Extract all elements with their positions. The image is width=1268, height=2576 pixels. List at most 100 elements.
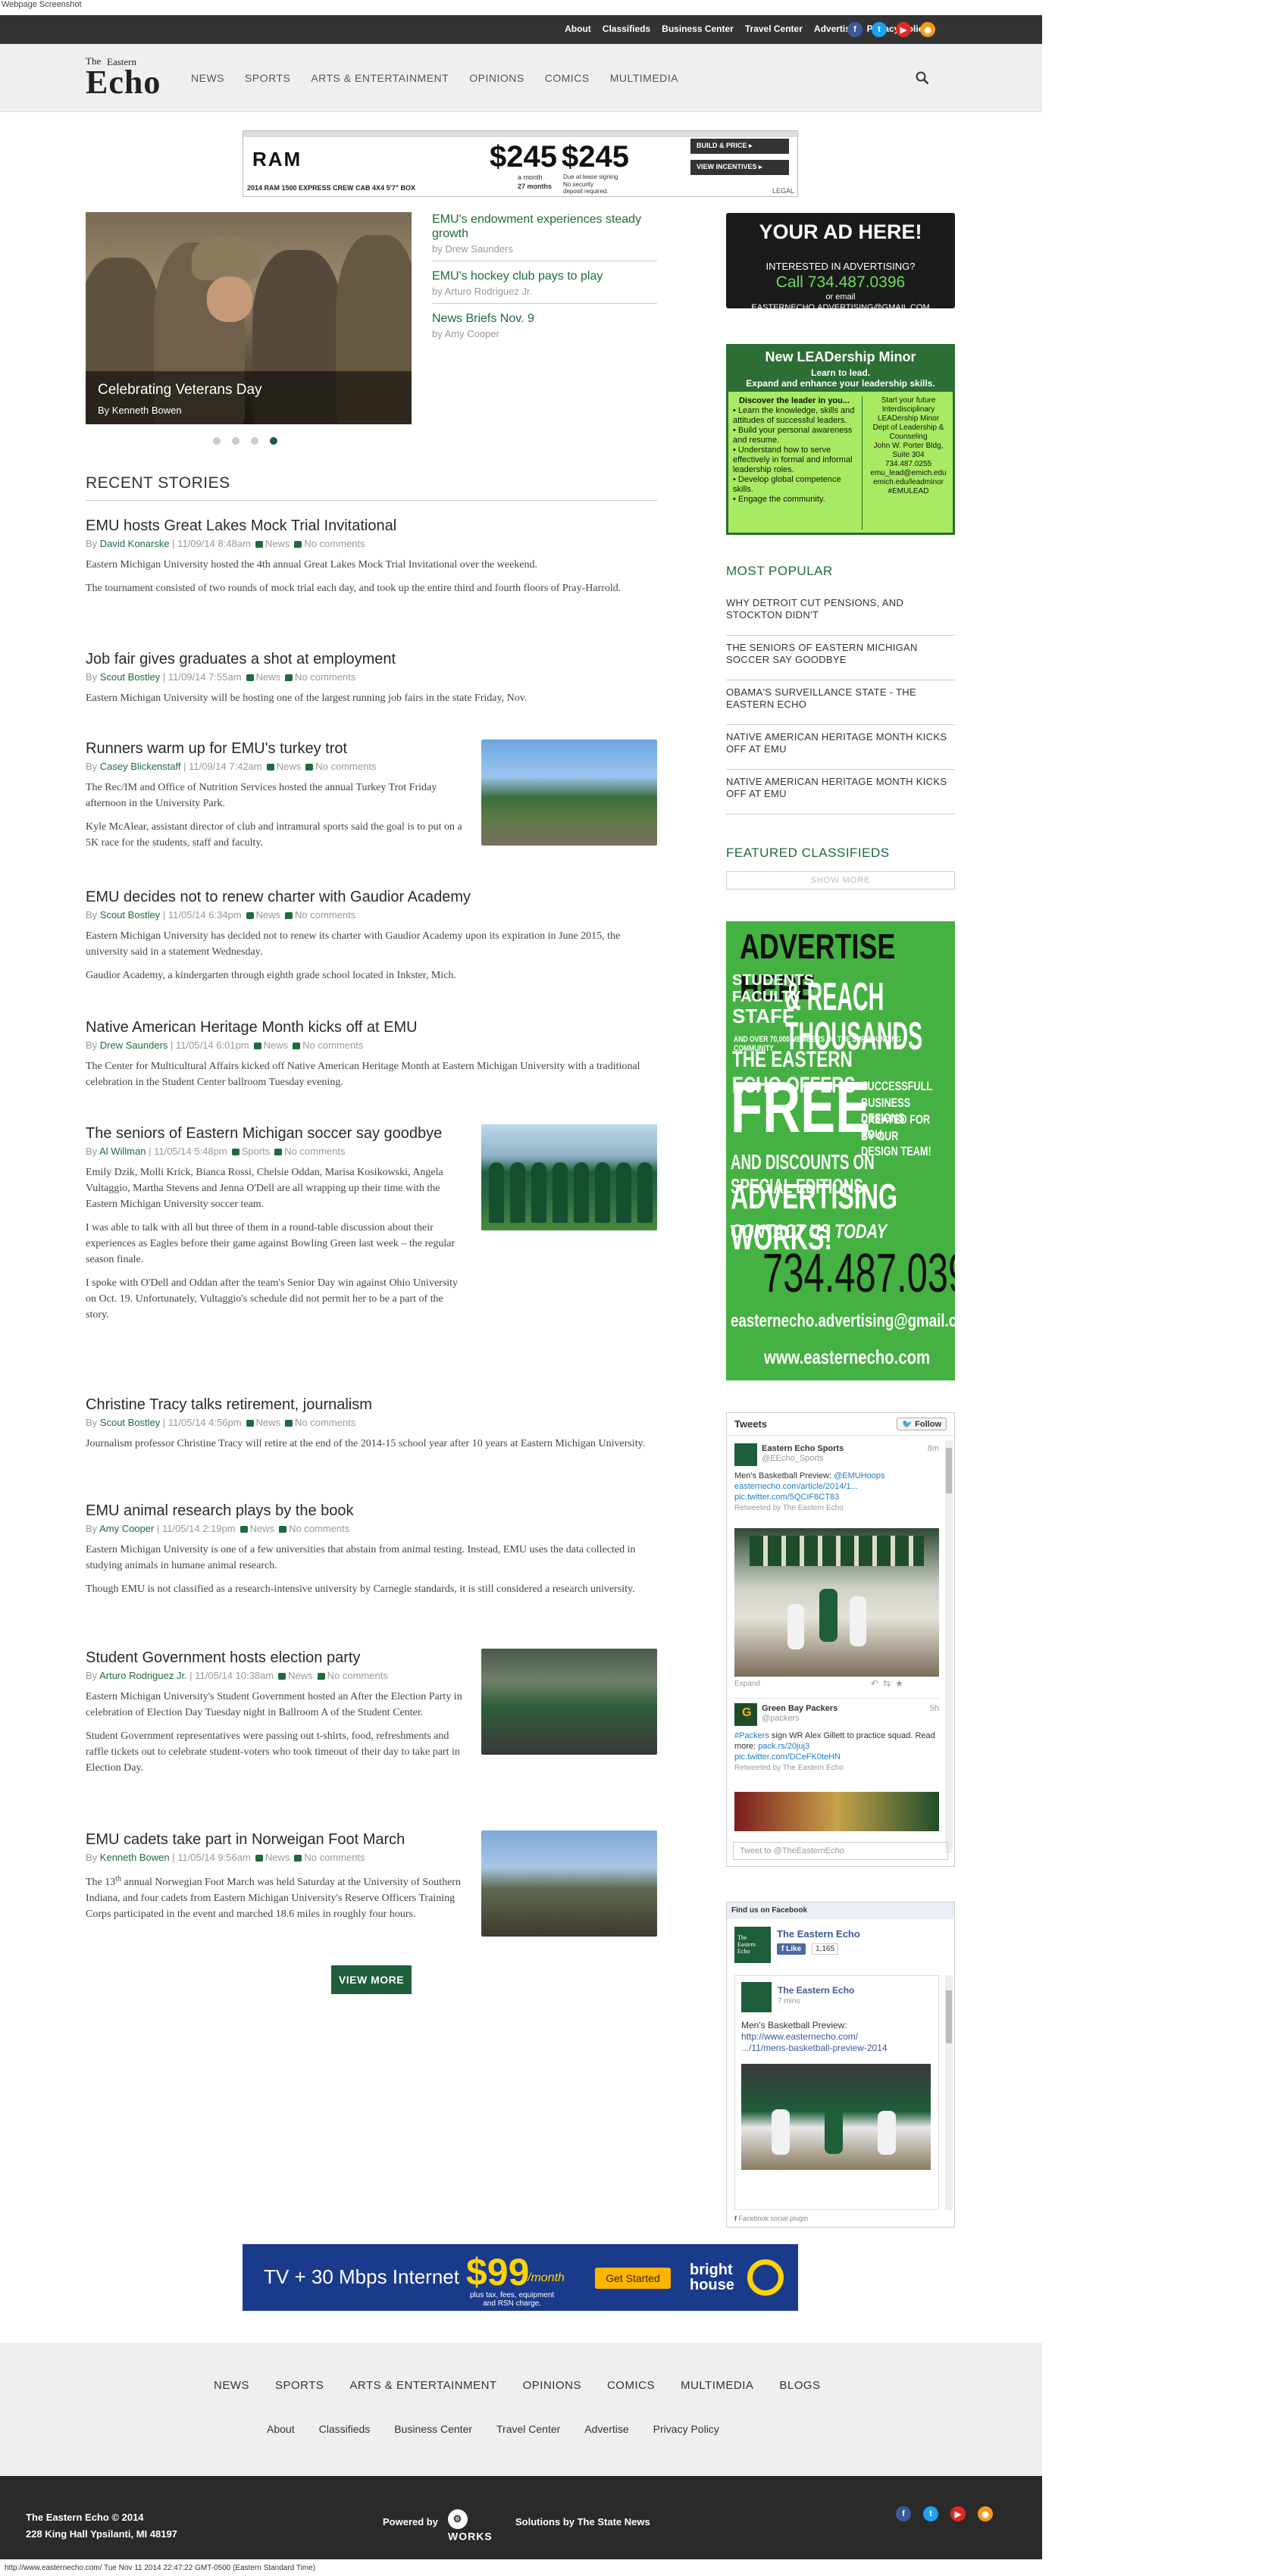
- nav-arts-entertainment[interactable]: ARTS & ENTERTAINMENT: [311, 72, 449, 84]
- tweet-avatar[interactable]: [734, 1443, 757, 1466]
- ram-legal-link[interactable]: LEGAL: [772, 187, 794, 195]
- facebook-post-page[interactable]: The Eastern Echo: [778, 1985, 854, 1996]
- story-title[interactable]: Student Government hosts election party: [86, 1649, 465, 1667]
- story-comments[interactable]: No comments: [289, 1523, 349, 1534]
- footer-nav-comics[interactable]: COMICS: [607, 2379, 655, 2392]
- story-thumbnail[interactable]: [481, 1649, 657, 1755]
- nav-multimedia[interactable]: MULTIMEDIA: [610, 72, 678, 84]
- story-title[interactable]: EMU decides not to renew charter with Ga…: [86, 888, 657, 906]
- tweet-link[interactable]: easternecho.com/article/2014/1...: [734, 1482, 858, 1491]
- story-author[interactable]: Amy Cooper: [99, 1523, 154, 1534]
- leadership-minor-ad[interactable]: New LEADership Minor Learn to lead. Expa…: [726, 344, 955, 535]
- story-category[interactable]: News: [256, 671, 281, 683]
- facebook-icon[interactable]: f: [847, 22, 863, 37]
- featured-slider[interactable]: Celebrating Veterans Day By Kenneth Bowe…: [86, 212, 412, 424]
- view-more-button[interactable]: VIEW MORE: [331, 1965, 412, 1994]
- story-category[interactable]: News: [288, 1670, 313, 1681]
- story-title[interactable]: EMU hosts Great Lakes Mock Trial Invitat…: [86, 517, 657, 535]
- footer-link-about[interactable]: About: [267, 2423, 295, 2435]
- story-author[interactable]: Scout Bostley: [100, 1417, 161, 1428]
- slider-dot[interactable]: [232, 437, 240, 445]
- tweet-mention[interactable]: @EMUHoops: [834, 1471, 884, 1480]
- footer-nav-arts-entertainment[interactable]: ARTS & ENTERTAINMENT: [349, 2379, 496, 2392]
- tweet-to-input[interactable]: Tweet to @TheEasternEcho: [733, 1842, 948, 1860]
- works-logo[interactable]: ⚙ WORKS: [448, 2509, 509, 2542]
- tweet-author[interactable]: Green Bay Packers: [762, 1703, 838, 1714]
- footer-link-advertise[interactable]: Advertise: [584, 2423, 628, 2435]
- story-comments[interactable]: No comments: [304, 1852, 365, 1863]
- rss-icon[interactable]: ◉: [920, 22, 935, 37]
- nav-sports[interactable]: SPORTS: [245, 72, 290, 84]
- slider-dot-active[interactable]: [270, 437, 277, 445]
- tweet-link[interactable]: pic.twitter.com/DCeFK0teHN: [734, 1752, 841, 1762]
- twitter-icon[interactable]: t: [872, 22, 887, 37]
- ram-banner-ad[interactable]: RAM 2014 RAM 1500 EXPRESS CREW CAB 4X4 5…: [243, 130, 799, 197]
- most-popular-item[interactable]: THE SENIORS OF EASTERN MICHIGAN SOCCER S…: [726, 636, 955, 680]
- facebook-post-photo[interactable]: [741, 2064, 931, 2170]
- top-link-business-center[interactable]: Business Center: [662, 23, 734, 34]
- footer-nav-news[interactable]: NEWS: [214, 2379, 249, 2392]
- facebook-post-link[interactable]: .../11/mens-basketball-preview-2014: [741, 2043, 888, 2053]
- story-title[interactable]: The seniors of Eastern Michigan soccer s…: [86, 1124, 465, 1143]
- search-icon[interactable]: [916, 71, 929, 85]
- facebook-post-avatar[interactable]: [741, 1982, 772, 2012]
- youtube-icon[interactable]: ▶: [896, 22, 911, 37]
- featured-title[interactable]: Celebrating Veterans Day: [98, 382, 399, 399]
- top-link-about[interactable]: About: [565, 23, 591, 34]
- story-title[interactable]: Native American Heritage Month kicks off…: [86, 1018, 657, 1036]
- nav-opinions[interactable]: OPINIONS: [469, 72, 524, 84]
- story-comments[interactable]: No comments: [284, 1146, 345, 1157]
- story-category[interactable]: News: [256, 1417, 281, 1428]
- story-thumbnail[interactable]: [481, 1124, 657, 1230]
- footer-nav-sports[interactable]: SPORTS: [275, 2379, 324, 2392]
- side-story-title[interactable]: News Briefs Nov. 9: [432, 311, 657, 326]
- facebook-scrollbar[interactable]: [945, 1975, 953, 2210]
- your-ad-here-ad[interactable]: YOUR AD HERE! INTERESTED IN ADVERTISING?…: [726, 213, 955, 312]
- advertise-here-ad[interactable]: ADVERTISE HERE STUDENTS FACULTY STAFF & …: [726, 921, 955, 1380]
- story-category[interactable]: News: [250, 1523, 275, 1534]
- story-category[interactable]: News: [277, 761, 302, 772]
- story-comments[interactable]: No comments: [327, 1670, 388, 1681]
- twitter-scrollbar[interactable]: [945, 1440, 953, 1853]
- story-category[interactable]: News: [264, 1039, 289, 1051]
- nav-comics[interactable]: COMICS: [545, 72, 590, 84]
- reply-icon[interactable]: ↶: [871, 1678, 883, 1689]
- top-link-classifieds[interactable]: Classifieds: [603, 23, 650, 34]
- footer-link-classifieds[interactable]: Classifieds: [319, 2423, 371, 2435]
- tweet-link[interactable]: pic.twitter.com/5QCIF8CT83: [734, 1493, 839, 1502]
- ram-view-incentives-button[interactable]: VIEW INCENTIVES ▸: [690, 160, 789, 175]
- story-comments[interactable]: No comments: [295, 671, 355, 683]
- favorite-icon[interactable]: ★: [895, 1678, 908, 1689]
- story-comments[interactable]: No comments: [295, 909, 355, 921]
- footer-link-travel-center[interactable]: Travel Center: [496, 2423, 560, 2435]
- story-title[interactable]: Runners warm up for EMU's turkey trot: [86, 739, 465, 758]
- facebook-like-button[interactable]: f Like: [777, 1943, 806, 1955]
- slider-dot[interactable]: [213, 437, 221, 445]
- tweet-photo[interactable]: [734, 1792, 939, 1831]
- tweet-photo[interactable]: [734, 1528, 939, 1677]
- footer-nav-blogs[interactable]: BLOGS: [779, 2379, 820, 2392]
- tweet-hashtag[interactable]: #Packers: [734, 1731, 769, 1740]
- story-author[interactable]: Al Willman: [99, 1146, 146, 1157]
- footer-nav-opinions[interactable]: OPINIONS: [523, 2379, 581, 2392]
- facebook-page-name[interactable]: The Eastern Echo: [777, 1928, 860, 1940]
- story-comments[interactable]: No comments: [302, 1039, 363, 1051]
- story-category[interactable]: Sports: [242, 1146, 271, 1157]
- facebook-page-logo[interactable]: The Eastern Echo: [734, 1927, 771, 1963]
- tweet-link[interactable]: pack.rs/20juj3: [758, 1742, 809, 1751]
- twitter-icon[interactable]: t: [923, 2506, 938, 2521]
- youtube-icon[interactable]: ▶: [950, 2506, 966, 2521]
- story-author[interactable]: Arturo Rodriguez Jr.: [99, 1670, 187, 1681]
- facebook-icon[interactable]: f: [896, 2506, 911, 2521]
- tweet-author[interactable]: Eastern Echo Sports: [762, 1443, 844, 1454]
- story-category[interactable]: News: [265, 538, 290, 549]
- story-author[interactable]: Scout Bostley: [100, 671, 161, 683]
- slider-dot[interactable]: [251, 437, 258, 445]
- most-popular-item[interactable]: WHY DETROIT CUT PENSIONS, AND STOCKTON D…: [726, 591, 955, 636]
- story-thumbnail[interactable]: [481, 739, 657, 846]
- show-more-button[interactable]: SHOW MORE: [726, 871, 955, 889]
- footer-link-business-center[interactable]: Business Center: [394, 2423, 472, 2435]
- solutions-by[interactable]: Solutions by The State News: [515, 2516, 650, 2528]
- ram-build-price-button[interactable]: BUILD & PRICE ▸: [690, 139, 789, 154]
- story-title[interactable]: Job fair gives graduates a shot at emplo…: [86, 650, 657, 668]
